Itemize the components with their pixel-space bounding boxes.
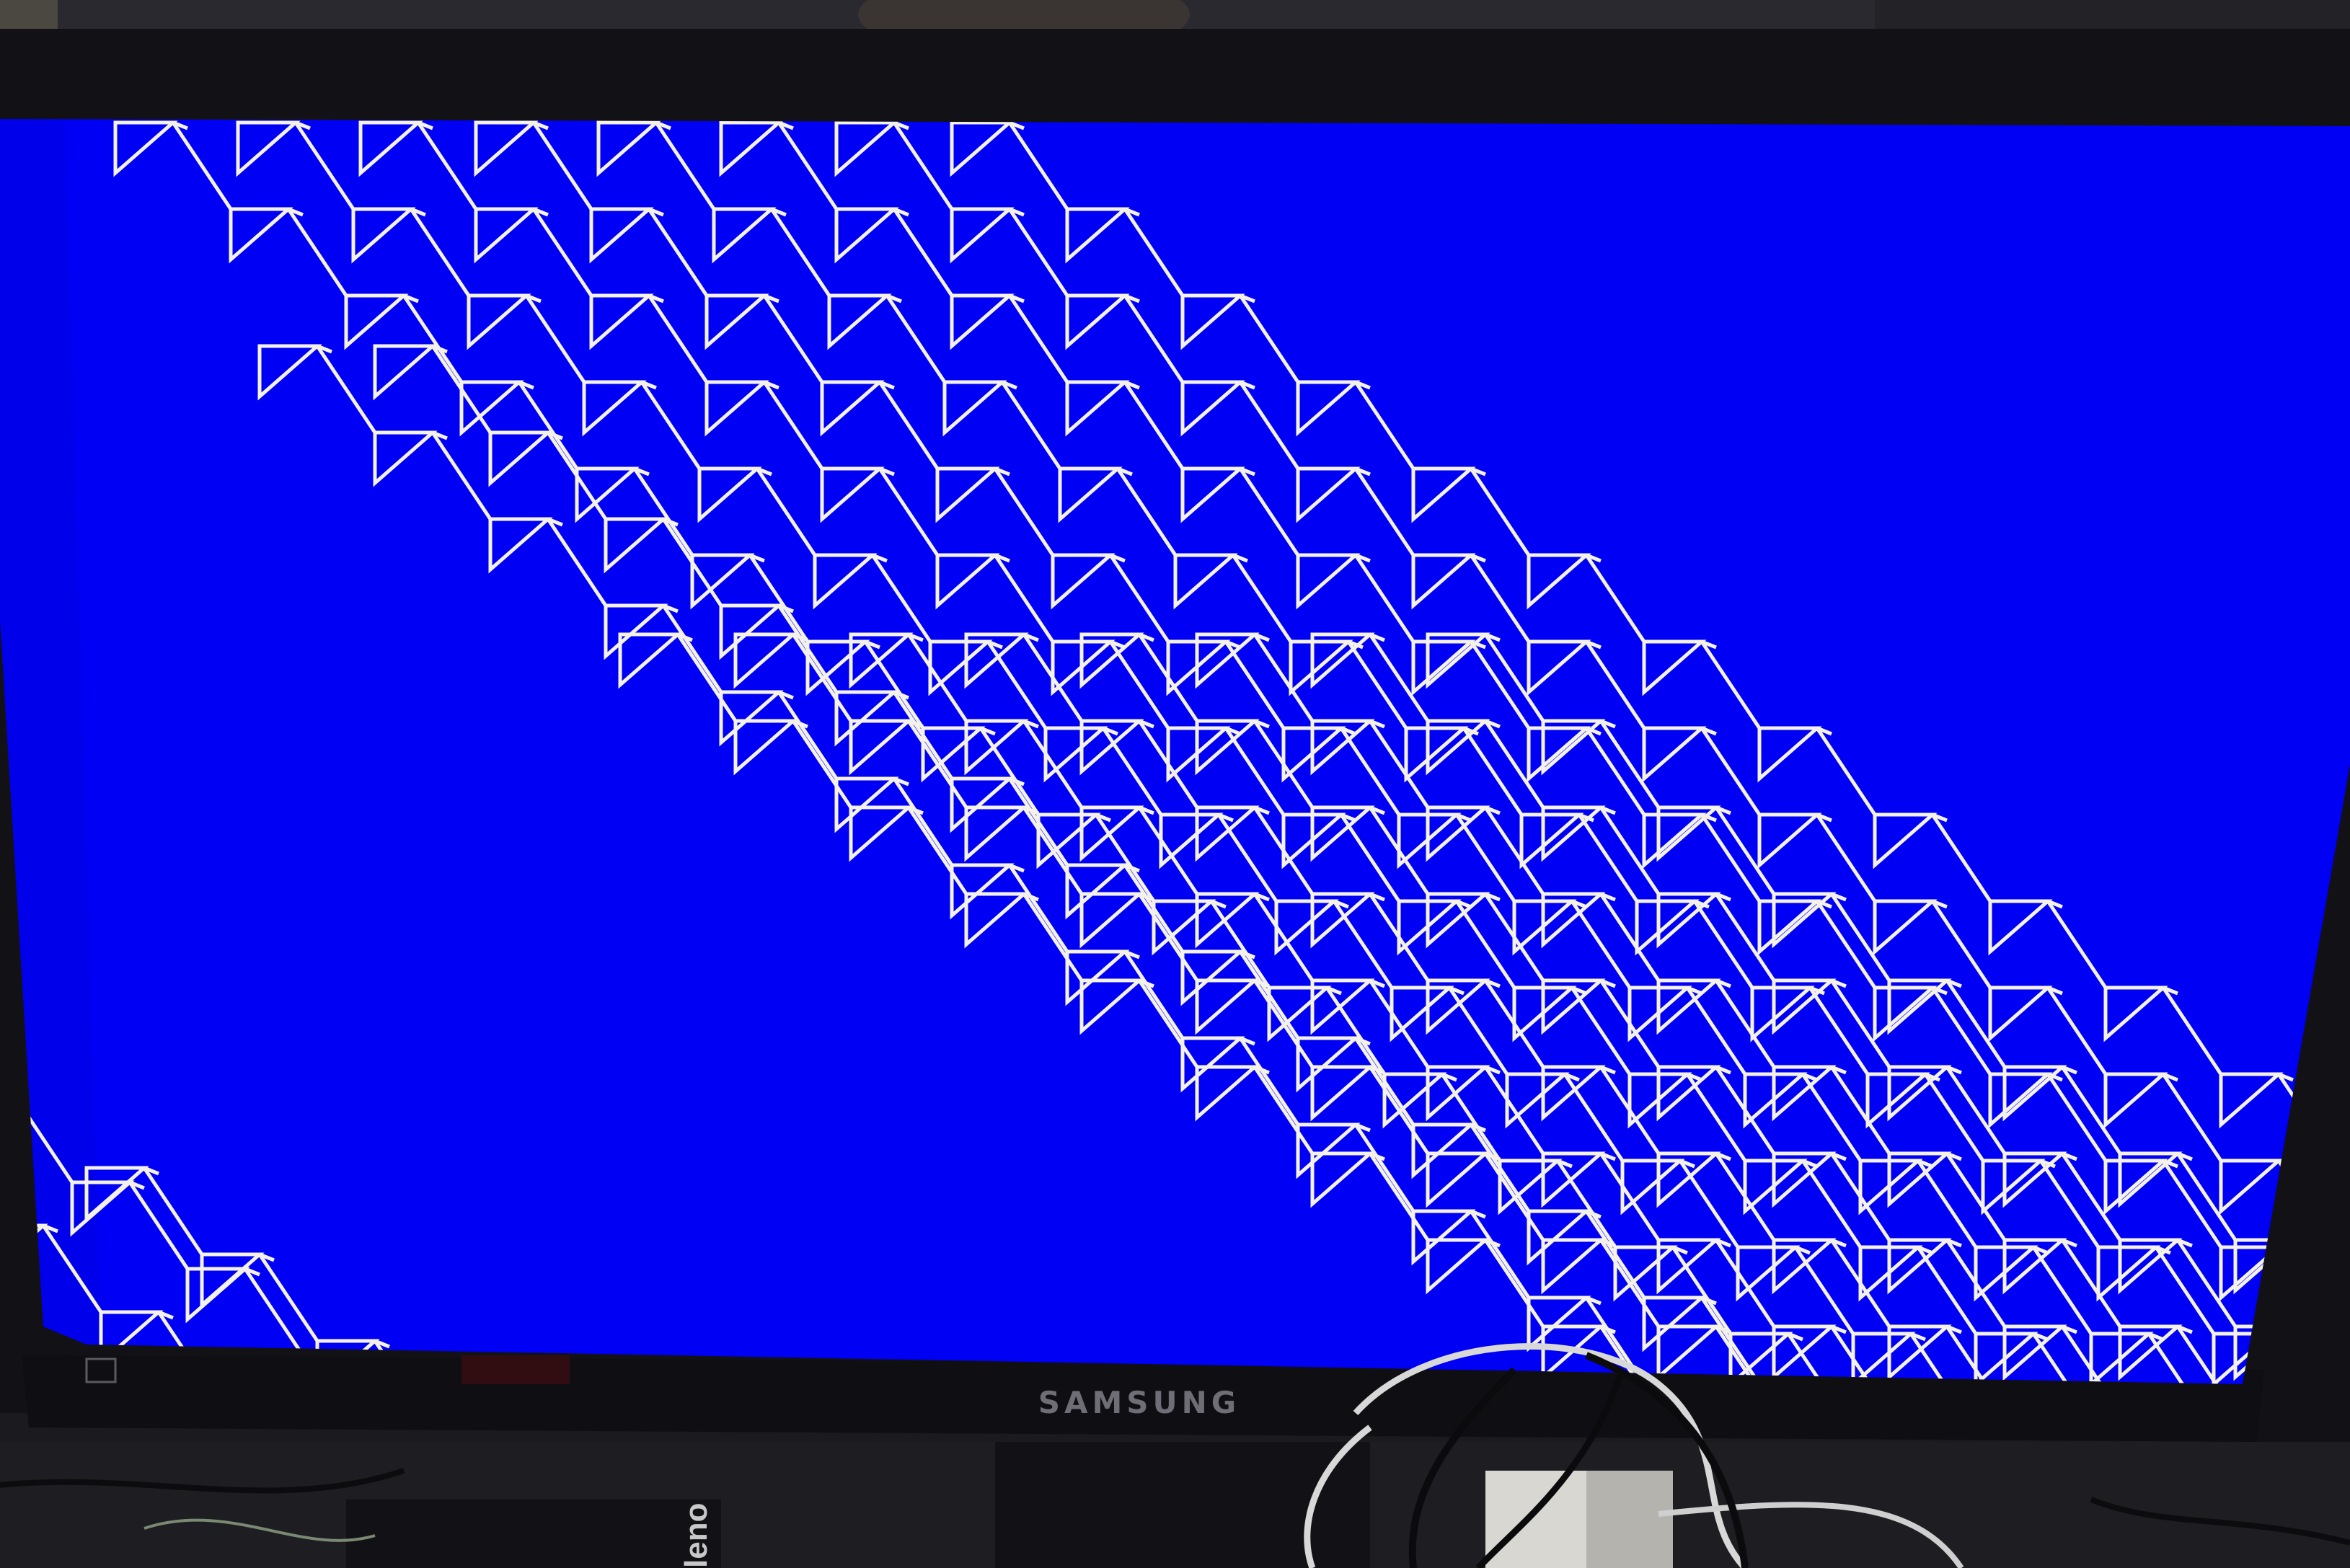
bezel-red-reflection [461,1355,570,1384]
desk-right-box-shadow [1586,1471,1673,1568]
screen-display [0,119,2350,1384]
monitor-brand-label: SAMSUNG [1038,1385,1241,1420]
photo-scene: SAMSUNG leno [0,0,2350,1568]
power-adapter-label: leno [679,1503,714,1568]
power-adapter [346,1500,721,1568]
